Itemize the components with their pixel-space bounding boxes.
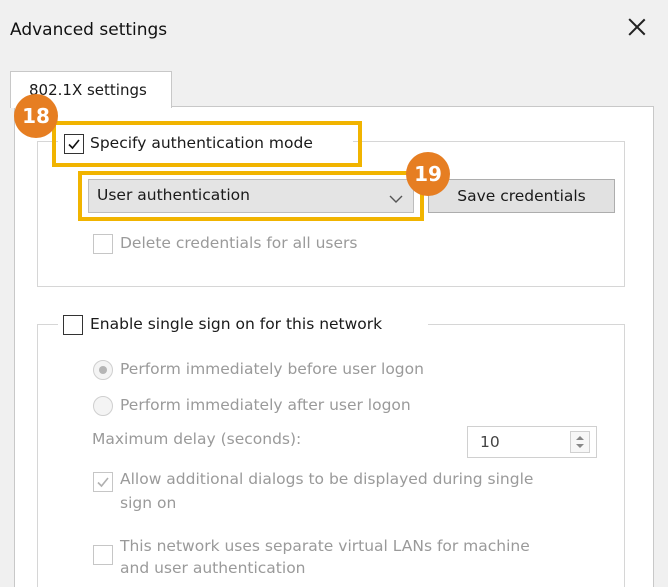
separate-vlans-label-line1: This network uses separate virtual LANs … [120, 537, 530, 555]
enable-sso-label: Enable single sign on for this network [90, 315, 383, 333]
perform-before-radio[interactable] [93, 360, 113, 380]
step-badge-19: 19 [406, 152, 450, 196]
delete-credentials-checkbox[interactable] [93, 234, 113, 254]
dialog-title: Advanced settings [10, 20, 168, 40]
specify-auth-mode-checkbox[interactable] [64, 134, 84, 154]
step-badge-18: 18 [14, 94, 58, 138]
max-delay-spinner[interactable]: 10 [467, 426, 597, 458]
perform-before-label: Perform immediately before user logon [120, 360, 424, 378]
close-icon[interactable] [626, 16, 648, 38]
enable-sso-checkbox[interactable] [63, 315, 83, 335]
allow-dialogs-checkbox[interactable] [93, 472, 113, 492]
separate-vlans-checkbox[interactable] [93, 545, 113, 565]
delete-credentials-label: Delete credentials for all users [120, 234, 358, 252]
select-value: User authentication [97, 186, 250, 204]
authentication-mode-select[interactable]: User authentication [88, 179, 414, 213]
allow-dialogs-label-line1: Allow additional dialogs to be displayed… [120, 470, 534, 488]
max-delay-value: 10 [480, 433, 500, 451]
perform-after-label: Perform immediately after user logon [120, 396, 411, 414]
spinner-arrows-icon[interactable] [570, 431, 590, 453]
allow-dialogs-label-line2: sign on [120, 494, 177, 512]
perform-after-radio[interactable] [93, 396, 113, 416]
specify-auth-mode-label: Specify authentication mode [90, 134, 313, 152]
max-delay-label: Maximum delay (seconds): [92, 430, 302, 448]
save-credentials-button[interactable]: Save credentials [428, 179, 615, 213]
chevron-down-icon [389, 189, 403, 208]
separate-vlans-label-line2: and user authentication [120, 559, 306, 577]
